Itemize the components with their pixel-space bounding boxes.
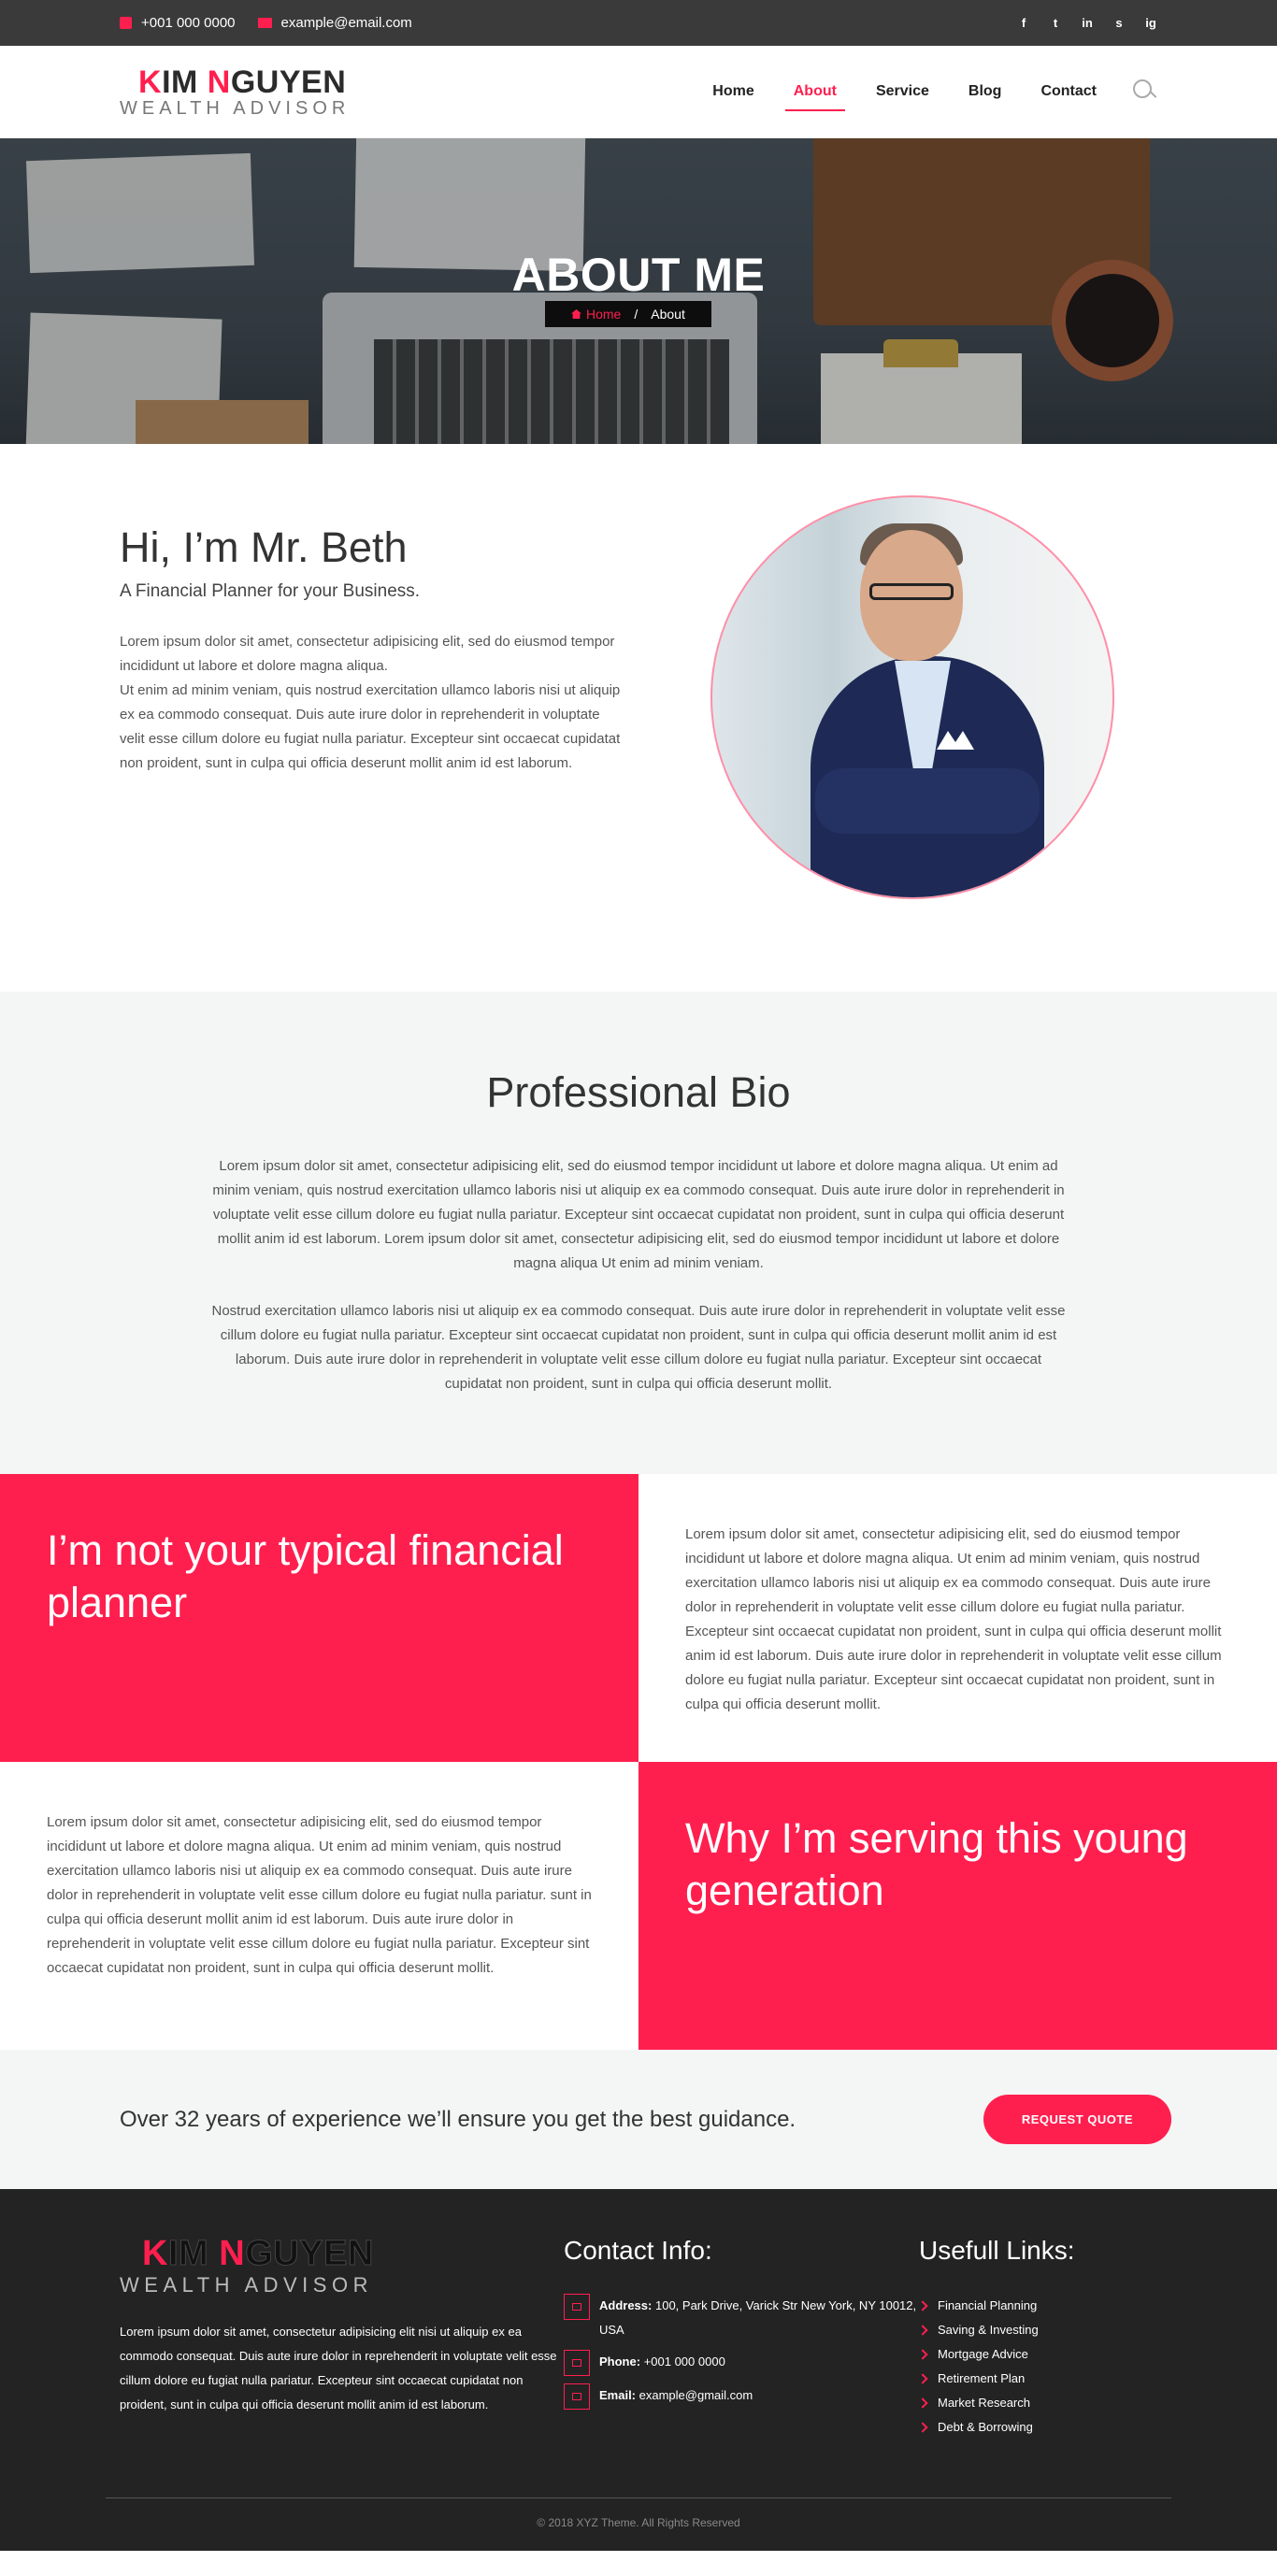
split-heading-block: Why I’m serving this young generation	[638, 1762, 1277, 2050]
breadcrumb-separator: /	[634, 307, 638, 322]
split-text-1: Lorem ipsum dolor sit amet, consectetur …	[685, 1526, 1222, 1712]
footer-logo-tagline: WEALTH ADVISOR	[120, 2273, 373, 2297]
cta-section: Over 32 years of experience we’ll ensure…	[0, 2050, 1277, 2189]
intro-subheading: A Financial Planner for your Business.	[120, 581, 421, 601]
home-icon	[571, 309, 581, 319]
footer-logo[interactable]: KIM NGUYEN WEALTH ADVISOR	[120, 2236, 564, 2297]
social-links: f t in s ig	[1017, 16, 1157, 30]
footer-link[interactable]: Debt & Borrowing	[919, 2415, 1075, 2440]
breadcrumb-home-label: Home	[586, 307, 622, 322]
split-text-block: Lorem ipsum dolor sit amet, consectetur …	[638, 1474, 1277, 1762]
footer-link[interactable]: Saving & Investing	[919, 2318, 1075, 2342]
footer-address: Address: 100, Park Drive, Varick Str New…	[564, 2294, 919, 2342]
facebook-icon[interactable]: f	[1017, 16, 1030, 30]
top-email[interactable]: example@email.com	[257, 15, 412, 31]
advisor-portrait	[710, 495, 1114, 899]
envelope-icon	[564, 2383, 590, 2410]
intro-text: Hi, I’m Mr. Beth A Financial Planner for…	[120, 523, 624, 992]
footer-email[interactable]: Email: example@gmail.com	[564, 2383, 919, 2410]
top-bar: +001 000 0000 example@email.com f t in s…	[0, 0, 1277, 46]
intro-section: Hi, I’m Mr. Beth A Financial Planner for…	[0, 444, 1277, 992]
split-row-2: Lorem ipsum dolor sit amet, consectetur …	[0, 1762, 1277, 2050]
intro-paragraph: Lorem ipsum dolor sit amet, consectetur …	[120, 634, 621, 771]
footer-about-text: Lorem ipsum dolor sit amet, consectetur …	[120, 2325, 557, 2411]
footer-link[interactable]: Financial Planning	[919, 2294, 1075, 2318]
search-icon[interactable]	[1133, 79, 1157, 104]
split-heading-block: I’m not your typical financial planner	[0, 1474, 638, 1762]
phone-icon	[120, 17, 132, 29]
portrait-arms	[815, 768, 1040, 834]
nav-contact[interactable]: Contact	[1021, 74, 1116, 109]
phone-icon	[564, 2350, 590, 2376]
top-phone[interactable]: +001 000 0000	[120, 15, 236, 31]
request-quote-button[interactable]: REQUEST QUOTE	[983, 2095, 1171, 2144]
site-header: KIM NGUYEN WEALTH ADVISOR Home About Ser…	[0, 46, 1277, 138]
twitter-icon[interactable]: t	[1049, 16, 1062, 30]
breadcrumb: Home / About	[545, 301, 711, 327]
instagram-icon[interactable]: ig	[1144, 16, 1157, 30]
logo-name: KIM NGUYEN	[138, 64, 347, 100]
split-heading-2: Why I’m serving this young generation	[685, 1814, 1188, 1914]
cta-message: Over 32 years of experience we’ll ensure…	[120, 2106, 796, 2132]
bottom-strip	[0, 2551, 1277, 2565]
footer-phone[interactable]: Phone: +001 000 0000	[564, 2350, 919, 2376]
split-heading-1: I’m not your typical financial planner	[47, 1526, 564, 1626]
breadcrumb-current: About	[651, 307, 685, 322]
page-title: ABOUT ME	[511, 249, 766, 301]
nav-about[interactable]: About	[774, 74, 856, 111]
bio-section: Professional Bio Lorem ipsum dolor sit a…	[0, 992, 1277, 1474]
intro-heading: Hi, I’m Mr. Beth	[120, 523, 408, 571]
footer-columns: KIM NGUYEN WEALTH ADVISOR Lorem ipsum do…	[120, 2236, 1157, 2440]
breadcrumb-home[interactable]: Home	[571, 307, 621, 322]
footer-contact-heading: Contact Info:	[564, 2236, 712, 2265]
footer-links: Usefull Links: Financial Planning Saving…	[919, 2236, 1075, 2440]
nav-blog[interactable]: Blog	[949, 74, 1022, 109]
split-text-2: Lorem ipsum dolor sit amet, consectetur …	[47, 1814, 592, 1976]
site-footer: KIM NGUYEN WEALTH ADVISOR Lorem ipsum do…	[0, 2189, 1277, 2551]
top-contact: +001 000 0000 example@email.com	[120, 15, 412, 31]
portrait-glasses	[869, 583, 954, 600]
footer-logo-name: KIM NGUYEN	[142, 2234, 374, 2273]
nav-service[interactable]: Service	[856, 74, 949, 109]
bio-paragraph-2: Nostrud exercitation ullamco laboris nis…	[211, 1303, 1066, 1392]
top-phone-text: +001 000 0000	[141, 15, 236, 31]
page-banner: ABOUT ME Home / About	[0, 138, 1277, 444]
nav-home[interactable]: Home	[693, 74, 773, 109]
main-nav: Home About Service Blog Contact	[693, 74, 1157, 111]
footer-links-list: Financial Planning Saving & Investing Mo…	[919, 2294, 1075, 2440]
footer-links-heading: Usefull Links:	[919, 2236, 1075, 2265]
split-text-block: Lorem ipsum dolor sit amet, consectetur …	[0, 1762, 638, 2050]
copyright: © 2018 XYZ Theme. All Rights Reserved	[537, 2516, 740, 2529]
footer-contact: Contact Info: Address: 100, Park Drive, …	[564, 2236, 919, 2440]
envelope-icon	[257, 18, 272, 28]
logo-tagline: WEALTH ADVISOR	[120, 97, 351, 119]
footer-link[interactable]: Mortgage Advice	[919, 2342, 1075, 2367]
site-logo[interactable]: KIM NGUYEN WEALTH ADVISOR	[120, 66, 350, 118]
linkedin-icon[interactable]: in	[1081, 16, 1094, 30]
skype-icon[interactable]: s	[1112, 16, 1126, 30]
top-email-text: example@email.com	[280, 15, 412, 31]
bio-heading: Professional Bio	[486, 1068, 791, 1116]
bio-paragraph-1: Lorem ipsum dolor sit amet, consectetur …	[212, 1158, 1065, 1271]
map-icon	[564, 2294, 590, 2320]
footer-about: KIM NGUYEN WEALTH ADVISOR Lorem ipsum do…	[120, 2236, 564, 2440]
footer-link[interactable]: Market Research	[919, 2391, 1075, 2415]
footer-divider	[106, 2497, 1171, 2498]
split-row-1: I’m not your typical financial planner L…	[0, 1474, 1277, 1762]
footer-link[interactable]: Retirement Plan	[919, 2367, 1075, 2391]
